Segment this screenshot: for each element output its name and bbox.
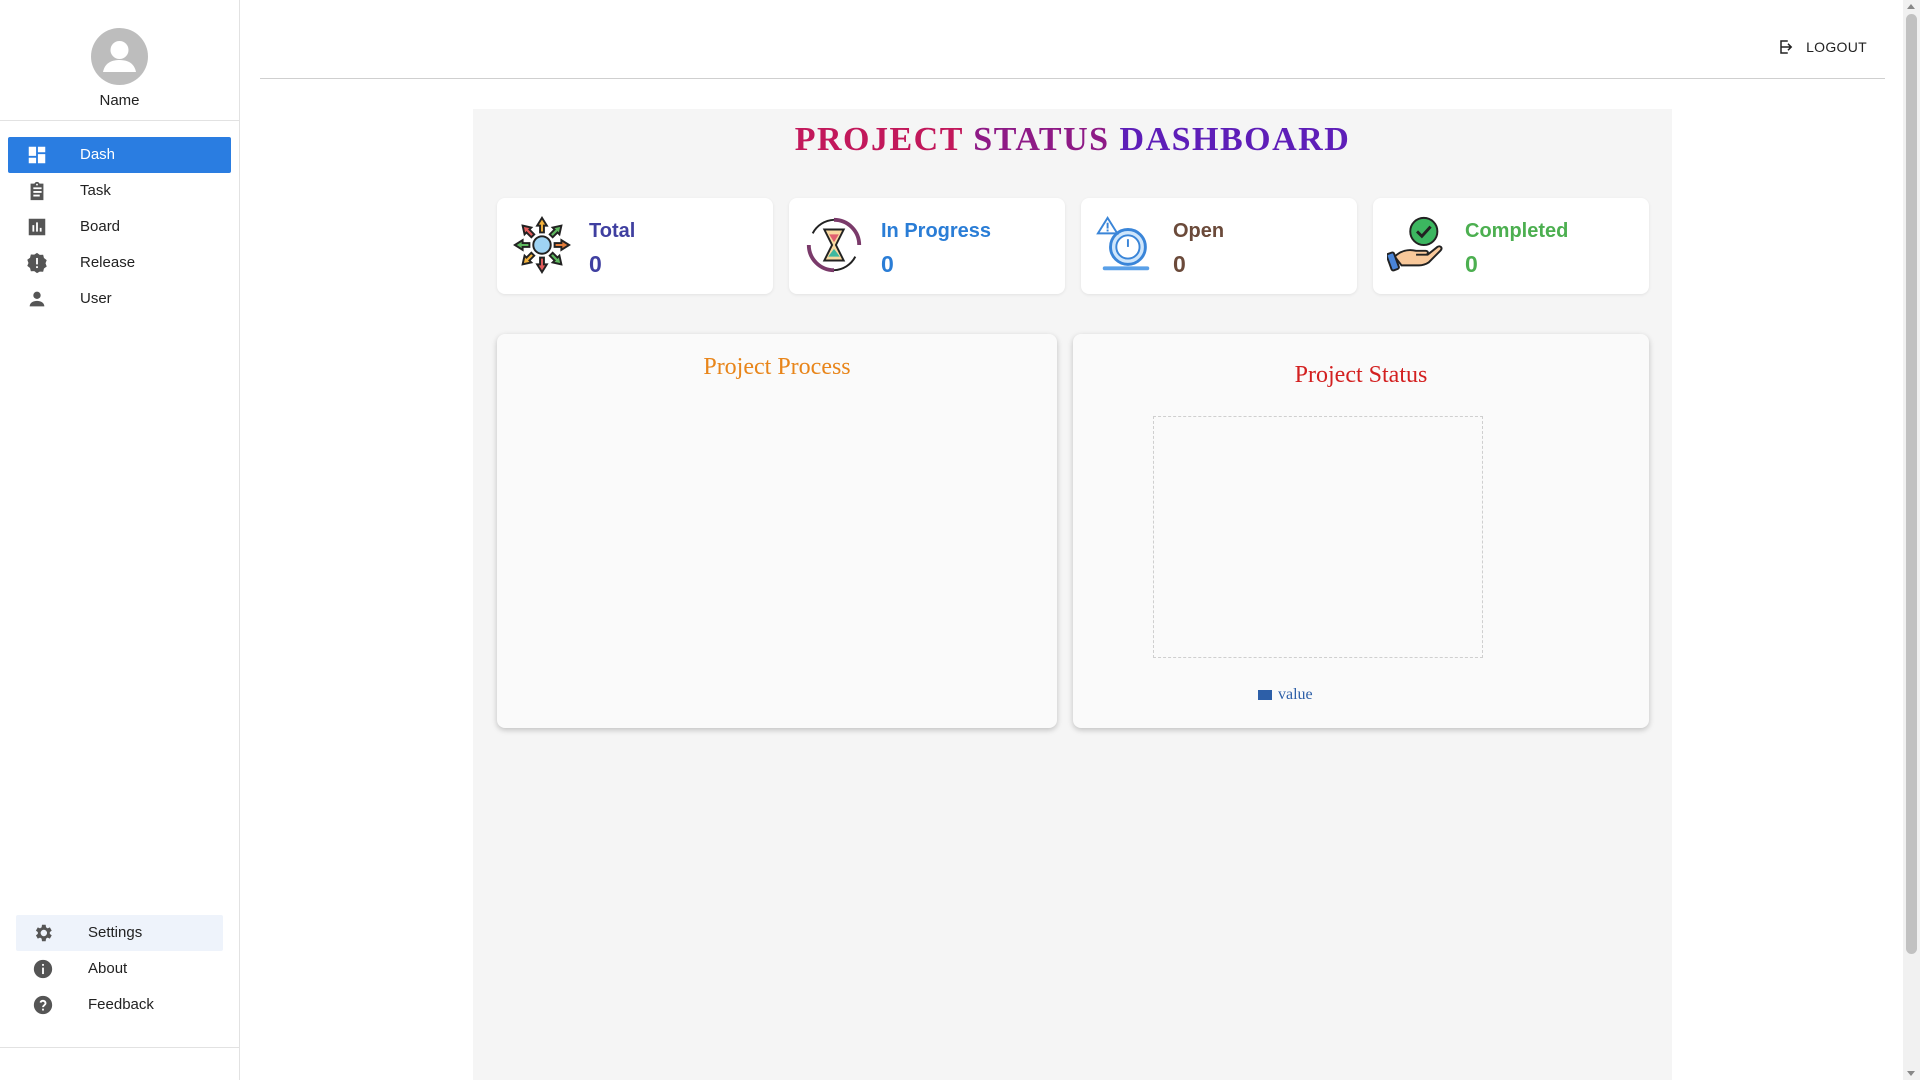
legend-label: value	[1278, 686, 1313, 703]
bar-chart-icon	[28, 218, 46, 236]
profile-name: Name	[99, 92, 140, 109]
chart-title: Project Status	[1294, 362, 1428, 388]
legend-swatch	[1258, 690, 1272, 700]
total-icon	[513, 216, 571, 274]
sidebar-item-label: Task	[80, 182, 111, 199]
stopwatch-alert-icon	[1096, 216, 1150, 271]
title-part: STATUS	[973, 121, 1110, 158]
sidebar-item-release[interactable]: Release	[8, 245, 231, 281]
page-title: PROJECT STATUS DASHBOARD	[473, 121, 1672, 159]
sidebar-item-board[interactable]: Board	[8, 209, 231, 245]
sidebar-item-about[interactable]: About	[16, 951, 223, 987]
logout-icon	[1780, 40, 1793, 54]
hand-check-icon	[1387, 216, 1443, 272]
project-process-chart-card: Project Process	[497, 334, 1057, 728]
gear-icon	[35, 924, 52, 942]
sidebar-item-dash[interactable]: Dash	[8, 137, 231, 173]
project-status-chart-card: Project Status value	[1073, 334, 1649, 728]
hourglass-cycle-icon	[806, 217, 862, 273]
chart-plot-area	[1153, 416, 1483, 658]
sidebar-item-settings[interactable]: Settings	[16, 915, 223, 951]
chart-legend[interactable]: value	[1258, 686, 1313, 704]
sidebar-item-label: Settings	[88, 924, 143, 941]
sidebar-item-task[interactable]: Task	[8, 173, 231, 209]
sidebar: Name Dash Task Board Release User Settin…	[0, 0, 240, 1080]
scroll-thumb[interactable]	[1906, 14, 1917, 954]
stat-card-total: Total 0	[497, 198, 773, 294]
title-part: PROJECT	[794, 121, 964, 158]
clipboard-icon	[30, 181, 44, 201]
sidebar-item-user[interactable]: User	[8, 281, 231, 317]
card-value: 0	[1465, 251, 1478, 277]
scroll-up-arrow-icon[interactable]	[1907, 4, 1915, 9]
card-label: Completed	[1465, 220, 1569, 242]
sidebar-item-label: About	[88, 960, 128, 977]
scroll-down-arrow-icon[interactable]	[1907, 1071, 1915, 1076]
person-avatar-icon	[103, 41, 136, 72]
stat-card-open: Open 0	[1081, 198, 1357, 294]
title-part: DASHBOARD	[1119, 121, 1351, 158]
logout-label: LOGOUT	[1806, 39, 1867, 55]
stat-card-in-progress: In Progress 0	[789, 198, 1065, 294]
dashboard-icon	[28, 146, 46, 164]
card-value: 0	[589, 251, 602, 277]
card-label: Open	[1173, 220, 1225, 242]
sidebar-item-feedback[interactable]: Feedback	[16, 987, 223, 1023]
info-icon	[33, 959, 53, 979]
profile-section: Name	[0, 0, 239, 121]
dashboard-panel: PROJECT STATUS DASHBOARD Total 0 In Prog…	[473, 109, 1672, 1080]
sidebar-item-label: Feedback	[88, 996, 154, 1013]
card-value: 0	[1173, 251, 1186, 277]
card-label: Total	[589, 220, 636, 242]
sidebar-footer-divider	[0, 1047, 239, 1048]
sidebar-item-label: Release	[80, 254, 136, 271]
person-icon	[29, 291, 45, 307]
release-badge-icon	[27, 252, 47, 274]
card-label: In Progress	[881, 220, 992, 242]
stat-card-completed: Completed 0	[1373, 198, 1649, 294]
sidebar-item-label: User	[80, 290, 112, 307]
logout-button[interactable]: LOGOUT	[1778, 38, 1867, 56]
card-value: 0	[881, 251, 894, 277]
avatar[interactable]	[91, 28, 148, 85]
page-scrollbar[interactable]	[1903, 0, 1920, 1080]
help-icon	[33, 995, 53, 1015]
sidebar-item-label: Board	[80, 218, 121, 235]
sidebar-item-label: Dash	[80, 146, 116, 163]
top-bar: LOGOUT	[260, 0, 1885, 79]
chart-title: Project Process	[703, 354, 851, 380]
